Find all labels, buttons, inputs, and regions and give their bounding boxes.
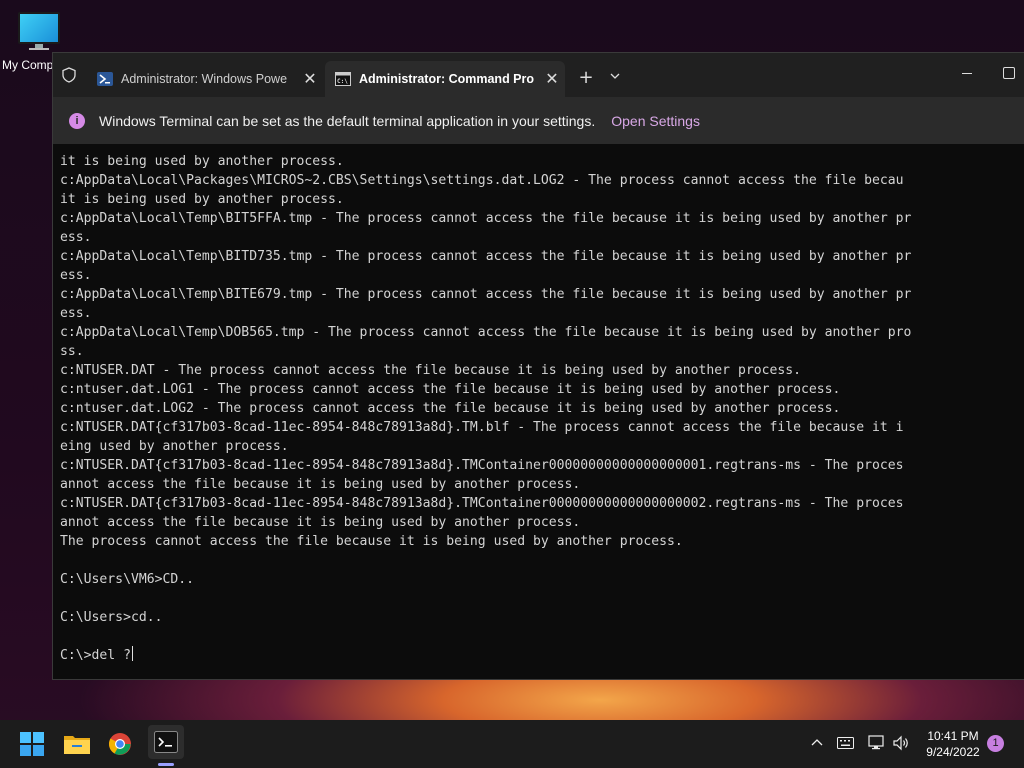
console-line: it is being used by another process. [60,154,344,169]
console-line: c:AppData\Local\Temp\BITE679.tmp - The p… [60,287,912,302]
clock-date: 9/24/2022 [926,745,980,759]
desktop-icon-label: My Comp [2,58,54,72]
console-line: c:ntuser.dat.LOG2 - The process cannot a… [60,401,841,416]
console-line: ess. [60,306,92,321]
console-line: eing used by another process. [60,439,289,454]
console-line: ess. [60,230,92,245]
console-line: c:AppData\Local\Temp\BIT5FFA.tmp - The p… [60,211,912,226]
terminal-button[interactable] [148,725,184,759]
notification-badge[interactable]: 1 [987,735,1004,752]
cmd-icon: C:\ [335,72,351,86]
text-cursor [131,646,133,661]
monitor-stand-base [29,48,49,50]
console-line: c:ntuser.dat.LOG1 - The process cannot a… [60,382,841,397]
console-line: The process cannot access the file becau… [60,534,683,549]
info-message: Windows Terminal can be set as the defau… [99,112,596,129]
start-button[interactable] [16,728,48,760]
console-line: c:NTUSER.DAT{cf317b03-8cad-11ec-8954-848… [60,420,904,435]
chevron-up-icon[interactable] [810,737,824,747]
tab-powershell[interactable]: Administrator: Windows Powe ✕ [87,61,323,97]
keyboard-icon[interactable] [837,737,854,749]
volume-icon[interactable] [892,734,910,752]
console-line: c:AppData\Local\Packages\MICROS~2.CBS\Se… [60,173,904,188]
open-settings-link[interactable]: Open Settings [611,113,700,129]
console-line: C:\>del ? [60,648,131,663]
console-line: c:NTUSER.DAT{cf317b03-8cad-11ec-8954-848… [60,496,904,511]
console-line: it is being used by another process. [60,192,344,207]
file-explorer-icon [64,736,90,754]
monitor-icon [18,12,60,44]
console-line: c:AppData\Local\Temp\BITD735.tmp - The p… [60,249,912,264]
chrome-icon [109,733,131,755]
info-bar: i Windows Terminal can be set as the def… [53,97,1024,144]
new-tab-button[interactable]: + [575,67,597,88]
network-icon[interactable] [868,735,886,751]
minimize-button[interactable] [957,63,977,83]
console-line: ss. [60,344,84,359]
active-app-indicator [158,763,174,766]
console-line: annot access the file because it is bein… [60,477,581,492]
console-line: C:\Users\VM6>CD.. [60,572,195,587]
taskbar: 10:41 PM 9/24/2022 1 [0,720,1024,768]
tab-command-prompt[interactable]: C:\ Administrator: Command Pro ✕ [325,61,565,97]
console-line: ess. [60,268,92,283]
system-clock[interactable]: 10:41 PM 9/24/2022 [918,728,988,760]
title-bar: Administrator: Windows Powe ✕ C:\ Admini… [53,53,1024,97]
close-tab-icon[interactable]: ✕ [539,69,565,89]
console-output[interactable]: it is being used by another process. c:Ap… [60,152,1024,677]
console-line: c:NTUSER.DAT{cf317b03-8cad-11ec-8954-848… [60,458,904,473]
chevron-down-icon[interactable] [609,71,621,81]
terminal-icon [154,731,178,753]
file-explorer-button[interactable] [61,728,93,760]
powershell-icon [97,72,113,86]
maximize-button[interactable] [1003,67,1015,79]
shield-icon [62,67,76,83]
console-line: c:AppData\Local\Temp\DOB565.tmp - The pr… [60,325,912,340]
tab-label: Administrator: Command Pro [359,72,535,86]
console-line: C:\Users>cd.. [60,610,163,625]
close-tab-icon[interactable]: ✕ [297,69,323,89]
chrome-button[interactable] [104,728,136,760]
clock-time: 10:41 PM [927,729,979,743]
console-line: annot access the file because it is bein… [60,515,581,530]
console-line: c:NTUSER.DAT - The process cannot access… [60,363,802,378]
info-icon: i [69,112,85,129]
start-icon [20,732,44,756]
terminal-window: Administrator: Windows Powe ✕ C:\ Admini… [52,52,1024,680]
svg-text:C:\: C:\ [337,78,348,85]
tab-label: Administrator: Windows Powe [121,72,288,86]
